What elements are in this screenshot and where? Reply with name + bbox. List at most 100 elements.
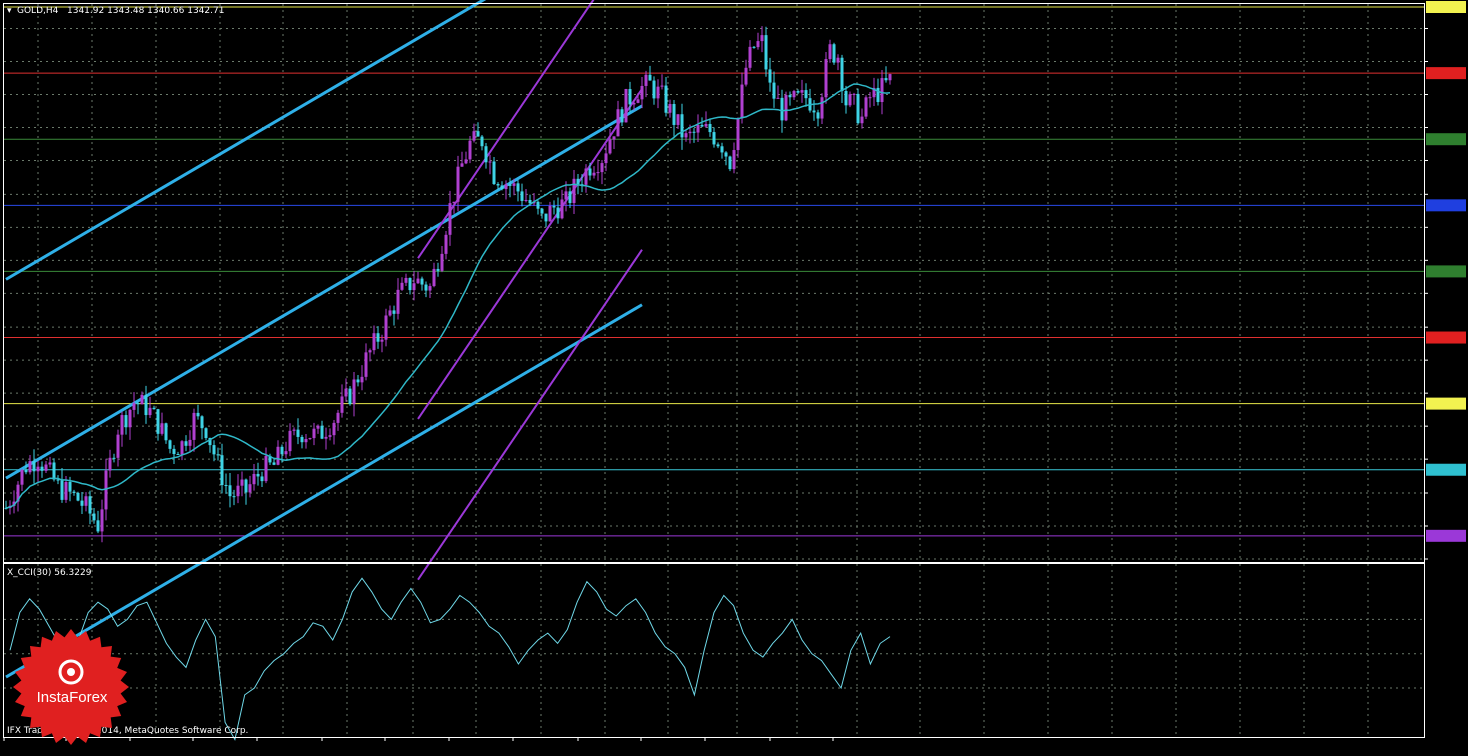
instaforex-logo	[13, 629, 129, 745]
candle-body	[92, 513, 96, 521]
candle-body	[260, 476, 264, 482]
candle-body	[572, 178, 576, 204]
candle-body	[548, 205, 552, 222]
candle-body	[704, 123, 708, 127]
candle-body	[360, 376, 364, 383]
candle-body	[488, 161, 492, 163]
candle-body	[584, 168, 588, 185]
level-badge-8	[1426, 529, 1466, 542]
candle-body	[852, 93, 856, 95]
candle-body	[640, 85, 644, 100]
candle-body	[80, 500, 84, 506]
candle-body	[804, 90, 808, 99]
candle-body	[460, 163, 464, 167]
candle-body	[800, 90, 804, 93]
candle-body	[868, 97, 872, 99]
candle-body	[840, 57, 844, 92]
candle-body	[196, 412, 200, 417]
candle-body	[744, 67, 748, 85]
candle-body	[736, 118, 740, 151]
candle-body	[676, 114, 680, 125]
candle-body	[688, 131, 692, 134]
candle-body	[772, 82, 776, 99]
candle-body	[816, 112, 820, 119]
candle-body	[392, 310, 396, 314]
candle-body	[708, 123, 712, 133]
candle-body	[732, 150, 736, 170]
candle-body	[56, 479, 60, 481]
level-badge-4	[1426, 265, 1466, 278]
candle-body	[720, 146, 724, 153]
candle-body	[84, 496, 88, 506]
candle-body	[644, 74, 648, 86]
candle-body	[280, 446, 284, 455]
candle-body	[216, 454, 220, 456]
candle-body	[308, 438, 312, 440]
candle-body	[812, 110, 816, 113]
candle-body	[612, 136, 616, 140]
candle-body	[696, 124, 700, 133]
candle-body	[376, 333, 380, 342]
candle-body	[600, 163, 604, 173]
candle-body	[412, 283, 416, 291]
candle-body	[168, 440, 172, 449]
candle-body	[556, 207, 560, 219]
candle-body	[396, 289, 400, 314]
candle-body	[60, 479, 64, 500]
candle-body	[684, 133, 688, 138]
candle-body	[524, 199, 528, 201]
candle-body	[232, 496, 236, 498]
candle-body	[440, 253, 444, 271]
candle-body	[204, 428, 208, 439]
symbol-title: GOLD,H4	[17, 6, 59, 16]
candle-body	[228, 485, 232, 497]
candle-body	[864, 97, 868, 117]
header-arrow-icon[interactable]: ▾	[7, 6, 12, 16]
candle-body	[860, 116, 864, 124]
candle-body	[824, 59, 828, 98]
candle-body	[152, 407, 156, 410]
candle-body	[628, 89, 632, 105]
candle-body	[340, 396, 344, 413]
candle-body	[164, 423, 168, 441]
candle-body	[648, 74, 652, 81]
candle-body	[336, 412, 340, 423]
candle-body	[424, 284, 428, 291]
level-badge-0	[1426, 1, 1466, 13]
candle-body	[448, 203, 452, 235]
candle-body	[132, 403, 136, 410]
candle-body	[576, 178, 580, 185]
candle-body	[296, 429, 300, 437]
candle-body	[748, 46, 752, 68]
candle-body	[616, 109, 620, 137]
candle-body	[452, 201, 456, 204]
candle-body	[156, 409, 160, 434]
candle-body	[500, 185, 504, 190]
ohlc-values: 1341.92 1343.48 1340.66 1342.71	[67, 6, 224, 16]
candle-body	[372, 333, 376, 351]
candle-body	[140, 394, 144, 405]
candle-body	[20, 469, 24, 485]
candle-body	[456, 166, 460, 202]
candle-body	[760, 35, 764, 42]
candle-body	[292, 429, 296, 431]
candle-body	[516, 183, 520, 192]
candle-body	[76, 492, 80, 501]
candle-body	[388, 310, 392, 316]
candle-body	[276, 446, 280, 465]
candle-body	[856, 93, 860, 124]
candle-body	[420, 278, 424, 285]
candle-body	[40, 466, 44, 471]
candle-body	[44, 464, 48, 471]
indicator-title: X_CCI(30) 56.3229	[7, 568, 92, 578]
candle-body	[552, 205, 556, 208]
candle-body	[496, 184, 500, 186]
candle-body	[604, 153, 608, 164]
candle-body	[880, 78, 884, 103]
level-badge-5	[1426, 331, 1466, 344]
candle-body	[272, 462, 276, 465]
candle-body	[300, 436, 304, 443]
candle-body	[172, 448, 176, 455]
price-chart[interactable]: ▾ GOLD,H4 1341.92 1343.48 1340.66 1342.7…	[0, 0, 1468, 756]
candle-body	[652, 80, 656, 99]
